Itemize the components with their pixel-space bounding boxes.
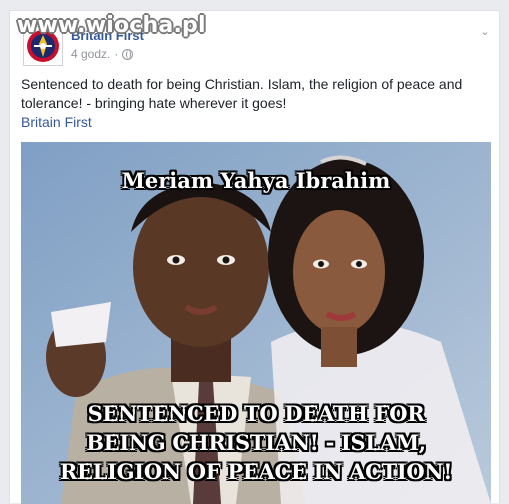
post-page-link[interactable]: Britain First bbox=[21, 114, 92, 130]
caption-line: BEING CHRISTIAN! - ISLAM, bbox=[86, 430, 426, 455]
post-timestamp[interactable]: 4 godz. bbox=[71, 47, 110, 61]
photo-caption-headline: SENTENCED TO DEATH FOR BEING CHRISTIAN! … bbox=[21, 399, 491, 486]
post-card: Britain First 4 godz. · ⌄ Sentenced to d… bbox=[9, 10, 500, 504]
post-photo[interactable]: Meriam Yahya Ibrahim SENTENCED TO DEATH … bbox=[21, 142, 491, 504]
post-meta: 4 godz. · bbox=[71, 47, 134, 61]
caption-line: RELIGION OF PEACE IN ACTION! bbox=[59, 459, 453, 484]
watermark: www.wiocha.pl bbox=[17, 13, 206, 38]
caption-line: SENTENCED TO DEATH FOR bbox=[87, 401, 425, 426]
photo-caption-name: Meriam Yahya Ibrahim bbox=[121, 168, 391, 193]
meta-separator: · bbox=[114, 47, 119, 61]
globe-icon bbox=[122, 48, 134, 60]
chevron-down-icon[interactable]: ⌄ bbox=[480, 27, 490, 38]
post-text: Sentenced to death for being Christian. … bbox=[21, 76, 463, 111]
